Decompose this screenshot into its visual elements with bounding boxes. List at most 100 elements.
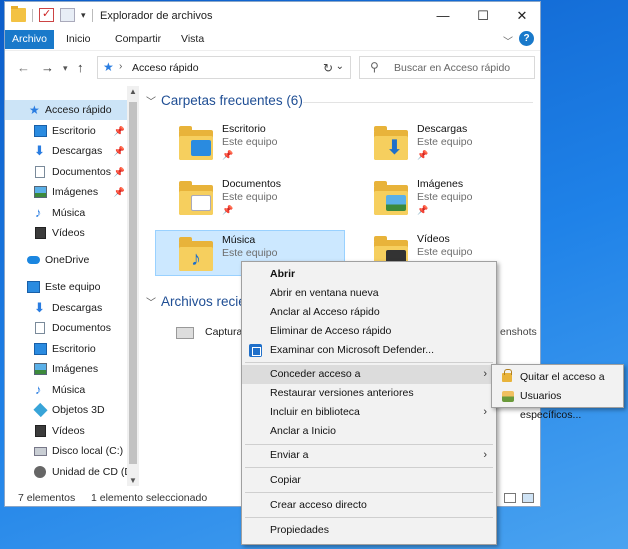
menu-separator — [245, 517, 493, 518]
recent-files-header[interactable]: ﹀ Archivos recien — [146, 294, 253, 309]
sidebar-item-3d-objects[interactable]: Objetos 3D — [5, 400, 127, 420]
folder-location: Este equipo — [417, 246, 473, 258]
sidebar-item-pc-pictures[interactable]: Imágenes — [5, 359, 127, 379]
details-view-icon[interactable] — [504, 493, 516, 503]
sidebar-item-label: Escritorio — [52, 343, 96, 355]
tab-compartir[interactable]: Compartir — [107, 30, 169, 49]
customize-toolbar-icon[interactable]: ▾ — [81, 10, 86, 21]
menu-item-properties[interactable]: Propiedades — [242, 521, 496, 540]
breadcrumb-chevron-icon[interactable]: › — [119, 61, 122, 72]
folder-tile-desktop[interactable]: Escritorio Este equipo 📌 — [161, 120, 351, 166]
image-file-icon — [176, 327, 194, 339]
sidebar-item-documents[interactable]: Documentos 📌 — [5, 162, 127, 182]
group-title: Archivos recien — [161, 294, 254, 309]
desktop-icon — [34, 343, 47, 355]
folder-location: Este equipo — [417, 136, 473, 148]
menu-item-remove-access[interactable]: Quitar el acceso a — [492, 368, 623, 387]
folder-icon: ♪ — [179, 237, 215, 271]
scroll-down-icon[interactable]: ▼ — [129, 476, 137, 485]
sidebar-item-quick-access[interactable]: ★ Acceso rápido — [5, 100, 127, 120]
menu-item-open[interactable]: Abrir — [242, 265, 496, 284]
ribbon-tabs: Archivo Inicio Compartir Vista ﹀ ? — [5, 30, 540, 49]
sidebar-item-this-pc[interactable]: Este equipo — [5, 277, 127, 297]
downloads-icon: ⬇ — [34, 300, 45, 315]
desktop-icon — [34, 125, 47, 137]
sidebar-item-local-disk[interactable]: Disco local (C:) — [5, 441, 127, 461]
folder-icon — [179, 181, 215, 215]
pin-icon: 📌 — [222, 150, 234, 160]
pin-icon: 📌 — [113, 146, 125, 156]
chevron-right-icon: › — [483, 406, 487, 418]
sidebar-item-label: Disco local (C:) — [52, 445, 124, 457]
refresh-icon[interactable]: ↻ — [323, 61, 333, 75]
tab-vista[interactable]: Vista — [173, 30, 212, 49]
navigation-pane: ★ Acceso rápido Escritorio 📌 ⬇ Descargas… — [5, 86, 140, 486]
sidebar-item-label: Vídeos — [52, 227, 85, 239]
pin-icon: 📌 — [222, 205, 234, 215]
folder-tile-documents[interactable]: Documentos Este equipo 📌 — [161, 175, 351, 221]
videos-icon — [35, 227, 46, 239]
group-title: Carpetas frecuentes (6) — [161, 93, 303, 108]
help-icon[interactable]: ? — [519, 31, 534, 46]
menu-item-create-shortcut[interactable]: Crear acceso directo — [242, 496, 496, 515]
chevron-right-icon: › — [483, 368, 487, 380]
sidebar-item-onedrive[interactable]: OneDrive — [5, 250, 127, 270]
sidebar-item-label: Escritorio — [52, 125, 96, 137]
sidebar-item-pc-desktop[interactable]: Escritorio — [5, 339, 127, 359]
navigation-scrollbar[interactable]: ▲ ▼ — [127, 86, 139, 486]
sidebar-item-pc-music[interactable]: ♪ Música — [5, 380, 127, 400]
tab-inicio[interactable]: Inicio — [58, 30, 99, 49]
sidebar-item-music[interactable]: ♪ Música — [5, 203, 127, 223]
sidebar-item-videos[interactable]: Vídeos — [5, 223, 127, 243]
maximize-button[interactable]: ☐ — [463, 2, 503, 30]
pictures-icon — [386, 195, 406, 211]
music-icon: ♪ — [35, 205, 42, 220]
large-icons-view-icon[interactable] — [522, 493, 534, 503]
menu-item-give-access[interactable]: Conceder acceso a › — [242, 365, 496, 384]
sidebar-item-pc-videos[interactable]: Vídeos — [5, 421, 127, 441]
recent-locations-icon[interactable]: ▾ — [63, 63, 68, 74]
chevron-down-icon: ﹀ — [146, 97, 156, 108]
sidebar-item-desktop[interactable]: Escritorio 📌 — [5, 121, 127, 141]
sidebar-item-cd-drive[interactable]: Unidad de CD (D — [5, 462, 132, 482]
music-icon: ♪ — [35, 382, 42, 397]
close-button[interactable]: ✕ — [502, 2, 540, 30]
menu-item-restore-versions[interactable]: Restaurar versiones anteriores — [242, 384, 496, 403]
menu-item-include-library[interactable]: Incluir en biblioteca › — [242, 403, 496, 422]
address-dropdown-icon[interactable]: ⌄ — [336, 61, 344, 72]
menu-item-scan-defender[interactable]: Examinar con Microsoft Defender... — [242, 341, 496, 360]
menu-item-remove-quick-access[interactable]: Eliminar de Acceso rápido — [242, 322, 496, 341]
menu-item-pin-start[interactable]: Anclar a Inicio — [242, 422, 496, 441]
pin-icon: 📌 — [113, 187, 125, 197]
sidebar-item-pc-downloads[interactable]: ⬇ Descargas — [5, 298, 127, 318]
recent-file-path: enshots — [500, 326, 537, 338]
address-bar[interactable]: ★ › Acceso rápido ⌄ — [97, 56, 351, 79]
breadcrumb-current[interactable]: Acceso rápido — [132, 62, 199, 74]
new-folder-icon[interactable] — [60, 8, 75, 22]
up-arrow-icon[interactable]: ↑ — [77, 60, 84, 75]
sidebar-item-downloads[interactable]: ⬇ Descargas 📌 — [5, 141, 127, 161]
menu-item-specific-users[interactable]: Usuarios específicos... — [492, 387, 623, 421]
minimize-button[interactable]: — — [423, 2, 463, 30]
search-input[interactable]: ⚲ Buscar en Acceso rápido — [359, 56, 535, 79]
menu-item-open-new-window[interactable]: Abrir en ventana nueva — [242, 284, 496, 303]
sidebar-item-label: Documentos — [52, 322, 111, 334]
expand-ribbon-icon[interactable]: ﹀ — [503, 33, 513, 48]
menu-item-send-to[interactable]: Enviar a › — [242, 446, 496, 465]
pin-icon: 📌 — [113, 126, 125, 136]
quick-access-toolbar: ▾ — [11, 6, 93, 22]
tab-archivo[interactable]: Archivo — [5, 30, 55, 49]
scrollbar-thumb[interactable] — [129, 102, 137, 464]
scroll-up-icon[interactable]: ▲ — [129, 87, 137, 96]
sidebar-item-label: Documentos — [52, 166, 111, 178]
properties-icon[interactable] — [39, 7, 54, 22]
menu-item-pin-quick-access[interactable]: Anclar al Acceso rápido — [242, 303, 496, 322]
sidebar-item-pc-documents[interactable]: Documentos — [5, 318, 127, 338]
frequent-folders-header[interactable]: ﹀ Carpetas frecuentes (6) — [146, 93, 303, 108]
folder-tile-downloads[interactable]: ⬇ Descargas Este equipo 📌 — [356, 120, 540, 166]
sidebar-item-pictures[interactable]: Imágenes 📌 — [5, 182, 127, 202]
back-arrow-icon[interactable]: ← — [17, 60, 30, 75]
forward-arrow-icon[interactable]: → — [41, 60, 54, 75]
menu-item-copy[interactable]: Copiar — [242, 471, 496, 490]
folder-tile-pictures[interactable]: Imágenes Este equipo 📌 — [356, 175, 540, 221]
